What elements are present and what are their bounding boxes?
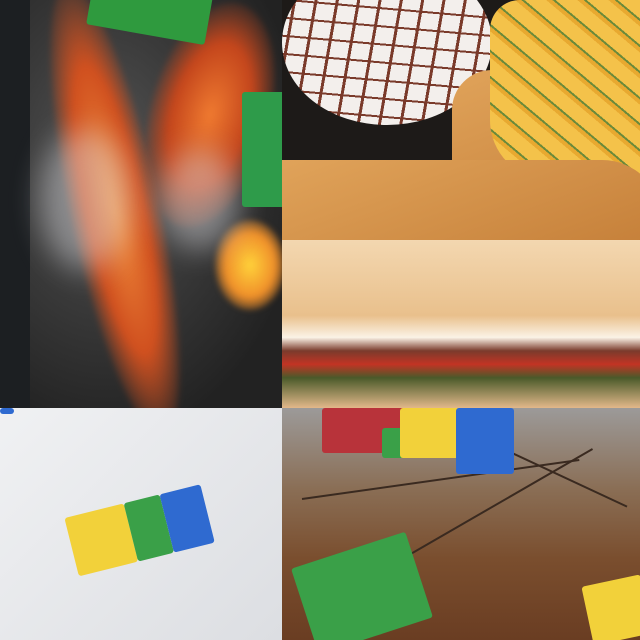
green-lego-brick [242,92,282,207]
smoke [160,150,240,250]
forest-lego-photo [282,408,640,640]
flatbread-sandwich [282,240,640,408]
lego-on-white-photo [0,408,282,640]
lego-brick-stack [64,484,219,595]
food-photo [282,0,640,408]
smoke [40,130,130,270]
loaded-fries [490,0,640,180]
green-lego-brick [291,531,433,640]
dark-edge-strip [0,0,30,408]
blue-lego-fragment [0,408,14,414]
lava-flow-photo [0,0,282,408]
yellow-lego-brick [581,574,640,640]
yellow-lego-brick [400,408,460,458]
blue-lego-brick [456,408,514,474]
